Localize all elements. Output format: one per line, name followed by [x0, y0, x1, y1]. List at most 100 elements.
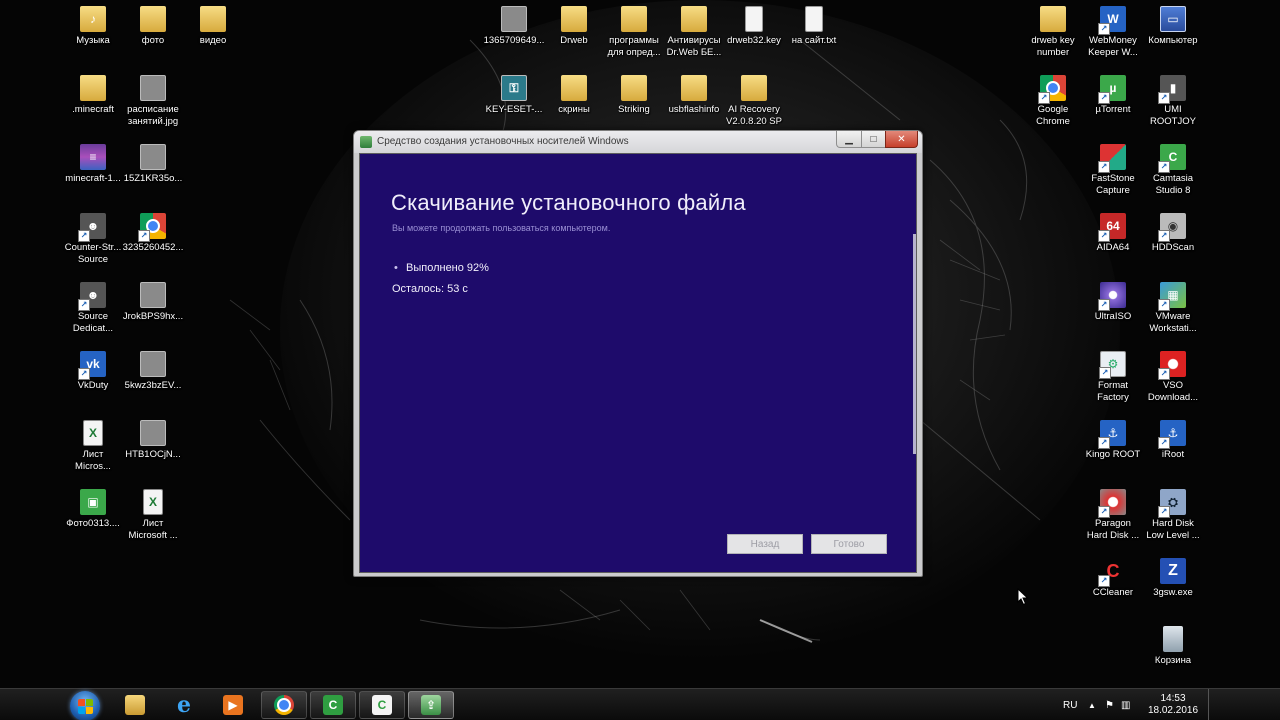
utorrent-icon: µ	[1098, 75, 1126, 104]
taskbar-media-player[interactable]: ▶	[210, 691, 256, 719]
folder-icon	[80, 75, 106, 101]
taskbar-camtasia-studio[interactable]: C	[359, 691, 405, 719]
folder-icon	[1040, 6, 1066, 32]
taskbar-internet-explorer[interactable]: e	[161, 691, 207, 719]
desktop-icon-image-15z1[interactable]: 15Z1KR35o...	[120, 138, 186, 185]
vso-downloader-icon	[1158, 351, 1186, 380]
photo-folder-icon	[140, 6, 166, 32]
music-folder-icon: ♪	[80, 6, 106, 32]
format-factory-icon: ⚙	[1099, 351, 1126, 379]
desktop-icon-computer[interactable]: ▭ Компьютер	[1140, 0, 1206, 47]
camtasia-icon: C	[1158, 144, 1186, 173]
desktop-icon-image-htb1[interactable]: HTB1OCjN...	[120, 414, 186, 461]
hdd-llf-icon: ⛭	[1158, 489, 1186, 518]
iroot-icon: ⚓	[1158, 420, 1186, 449]
aida64-icon: 64	[1098, 213, 1126, 242]
page-subtitle: Вы можете продолжать пользоваться компью…	[392, 223, 611, 233]
taskbar-media-creation-tool[interactable]: ⇪	[408, 691, 454, 719]
media-creation-tool-icon	[360, 136, 372, 148]
window-titlebar[interactable]: Средство создания установочных носителей…	[354, 131, 922, 153]
desktop-icon-source-dedicated[interactable]: ☻ Source Dedicat...	[60, 276, 126, 335]
photo-icon: ▣	[80, 489, 106, 515]
desktop-icon-vso-downloader[interactable]: VSO Download...	[1140, 345, 1206, 404]
vmware-icon: ▦	[1158, 282, 1186, 311]
image-file-icon	[140, 144, 166, 170]
desktop-icon-antivirus-folder[interactable]: Антивирусы Dr.Web БЕ...	[661, 0, 727, 59]
media-player-icon: ▶	[223, 695, 243, 715]
taskbar-camtasia-recorder[interactable]: C	[310, 691, 356, 719]
maximize-button[interactable]: □	[861, 131, 886, 148]
chrome-icon	[274, 695, 294, 715]
mouse-cursor-icon	[1017, 588, 1029, 606]
desktop-icon-iroot[interactable]: ⚓ iRoot	[1140, 414, 1206, 461]
desktop-icon-image-jrok[interactable]: JrokBPS9hx...	[120, 276, 186, 323]
winrar-archive-icon: ≡	[80, 144, 106, 170]
chrome-shortcut-icon	[138, 213, 166, 242]
excel-document-icon: X	[83, 420, 103, 446]
folder-icon	[621, 75, 647, 101]
back-button[interactable]: Назад	[727, 534, 803, 554]
taskbar-clock[interactable]: 14:53 18.02.2016	[1142, 693, 1204, 717]
camtasia-studio-icon: C	[372, 695, 392, 715]
scrollbar[interactable]	[913, 234, 916, 454]
windows-logo-icon	[77, 698, 85, 706]
media-creation-tool-icon: ⇪	[421, 695, 441, 715]
desktop-icon-schedule-jpg[interactable]: расписание занятий.jpg	[120, 69, 186, 128]
computer-icon: ▭	[1160, 6, 1186, 32]
desktop-icon-image-5kwz[interactable]: 5kwz3bzEV...	[120, 345, 186, 392]
start-button[interactable]	[70, 691, 100, 720]
taskbar-explorer[interactable]	[112, 691, 158, 719]
desktop-icon-chrome-link[interactable]: 3235260452...	[120, 207, 186, 254]
network-icon[interactable]: ▥	[1121, 689, 1130, 720]
desktop-icon-counter-strike[interactable]: ☻ Counter-Str... Source	[60, 207, 126, 266]
show-hidden-icons-button[interactable]: ▲	[1088, 689, 1096, 720]
desktop-icon-recycle-bin[interactable]: Корзина	[1140, 620, 1206, 667]
desktop-icon-hddscan[interactable]: ◉ HDDScan	[1140, 207, 1206, 254]
desktop-icon-vmware[interactable]: ▦ VMware Workstati...	[1140, 276, 1206, 335]
ultraiso-icon	[1098, 282, 1126, 311]
paragon-icon	[1098, 489, 1126, 518]
done-button[interactable]: Готово	[811, 534, 887, 554]
desktop-icon-excel-sheet-2[interactable]: X Лист Microsoft ...	[120, 483, 186, 542]
show-desktop-button[interactable]	[1208, 689, 1216, 720]
close-button[interactable]: ✕	[885, 131, 918, 148]
desktop-icon-ai-recovery-folder[interactable]: AI Recovery V2.0.8.20 SP	[721, 69, 787, 128]
image-file-icon	[140, 282, 166, 308]
desktop-icon-hdd-llf[interactable]: ⛭ Hard Disk Low Level ...	[1140, 483, 1206, 542]
desktop-icon-umi-rootjoy[interactable]: ▮ UMI ROOTJOY	[1140, 69, 1206, 128]
folder-icon	[681, 6, 707, 32]
desktop-icon-excel-sheet-1[interactable]: X Лист Micros...	[60, 414, 126, 473]
clock-date: 18.02.2016	[1147, 705, 1199, 716]
desktop-icon-camtasia-studio[interactable]: C Camtasia Studio 8	[1140, 138, 1206, 197]
excel-document-icon: X	[143, 489, 163, 515]
window-content: Скачивание установочного файла Вы можете…	[359, 153, 917, 573]
umi-rootjoy-icon: ▮	[1158, 75, 1186, 104]
hddscan-icon: ◉	[1158, 213, 1186, 242]
media-creation-tool-window: Средство создания установочных носителей…	[353, 130, 923, 577]
minimize-button[interactable]: ▁	[836, 131, 862, 148]
image-file-icon	[501, 6, 527, 32]
exe-icon: Z	[1160, 558, 1186, 584]
folder-icon	[621, 6, 647, 32]
action-center-flag-icon[interactable]: ⚑	[1105, 689, 1114, 720]
faststone-icon	[1098, 144, 1126, 173]
folder-icon	[561, 6, 587, 32]
desktop-icon-3gsw-exe[interactable]: Z 3gsw.exe	[1140, 552, 1206, 599]
desktop-icon-video-folder[interactable]: видео	[180, 0, 246, 47]
image-file-icon	[140, 75, 166, 101]
ccleaner-icon: C	[1098, 558, 1126, 587]
desktop-icon-webmoney[interactable]: W WebMoney Keeper W...	[1080, 0, 1146, 59]
progress-text: Выполнено 92%	[406, 262, 489, 274]
source-dedicated-icon: ☻	[78, 282, 106, 311]
webmoney-icon: W	[1098, 6, 1126, 35]
taskbar-chrome[interactable]	[261, 691, 307, 719]
desktop-icon-google-chrome[interactable]: Google Chrome	[1020, 69, 1086, 128]
text-file-icon	[805, 6, 823, 32]
image-file-icon	[140, 420, 166, 446]
kingo-root-icon: ⚓	[1098, 420, 1126, 449]
desktop-icon-na-sait-txt[interactable]: на сайт.txt	[781, 0, 847, 47]
language-indicator[interactable]: RU	[1063, 689, 1077, 720]
counter-strike-icon: ☻	[78, 213, 106, 242]
clock-time: 14:53	[1160, 693, 1186, 704]
progress-status: • Выполнено 92%	[394, 262, 489, 274]
